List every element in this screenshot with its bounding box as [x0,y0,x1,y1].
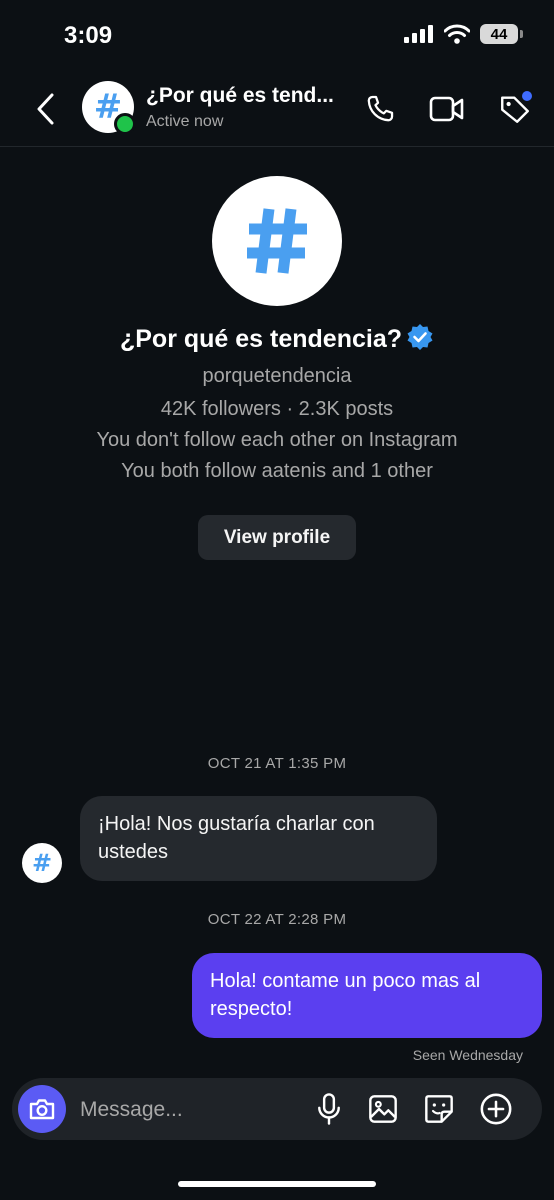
verified-badge-icon [406,323,434,358]
gallery-button[interactable] [366,1092,400,1126]
phone-icon [367,95,394,122]
status-icons: 44 [404,24,523,44]
profile-name-text: ¿Por qué es tendencia? [119,325,402,353]
message-input[interactable] [78,1090,272,1130]
notification-dot [522,91,532,101]
mutual-followers: You both follow aatenis and 1 other [121,460,433,482]
back-button[interactable] [30,90,62,128]
profile-stats: 42K followers · 2.3K posts [160,398,394,420]
image-icon [369,1095,397,1123]
profile-name: ¿Por qué es tendencia? [0,323,554,358]
status-time: 3:09 [64,22,113,49]
sticker-icon [425,1095,453,1123]
sticker-button[interactable] [422,1092,456,1126]
sender-avatar[interactable]: # [22,843,62,883]
home-indicator[interactable] [178,1181,376,1187]
plus-circle-icon [480,1093,512,1125]
battery-indicator: 44 [480,24,523,44]
chevron-left-icon [37,93,54,125]
voice-message-button[interactable] [312,1092,346,1126]
wifi-icon [444,24,470,44]
message-timestamp: OCT 21 AT 1:35 PM [207,755,347,772]
message-composer [12,1078,542,1140]
camera-icon [29,1099,55,1120]
seen-status: Seen Wednesday [412,1047,523,1063]
cellular-signal-icon [404,25,433,43]
chat-header: # ¿Por qué es tend... Active now [0,72,554,147]
incoming-message-bubble[interactable]: ¡Hola! Nos gustaría charlar con ustedes [80,796,437,881]
audio-call-button[interactable] [361,90,399,128]
camera-button[interactable] [18,1085,66,1133]
hashtag-icon [247,208,307,274]
online-status-dot [114,113,136,135]
profile-avatar[interactable] [212,176,342,306]
microphone-icon [318,1093,340,1125]
add-attachment-button[interactable] [479,1092,513,1126]
view-profile-button[interactable]: View profile [198,515,356,560]
conversation-title[interactable]: ¿Por qué es tend... [146,84,334,108]
follow-status: You don't follow each other on Instagram [96,429,458,451]
message-timestamp: OCT 22 AT 2:28 PM [207,911,347,928]
profile-username: porquetendencia [202,365,352,387]
outgoing-message-bubble[interactable]: Hola! contame un poco mas al respecto! [192,953,542,1038]
tag-button[interactable] [496,90,534,128]
video-call-button[interactable] [428,90,466,128]
video-camera-icon [429,96,464,122]
header-avatar[interactable]: # [82,81,136,135]
active-status: Active now [146,113,224,130]
